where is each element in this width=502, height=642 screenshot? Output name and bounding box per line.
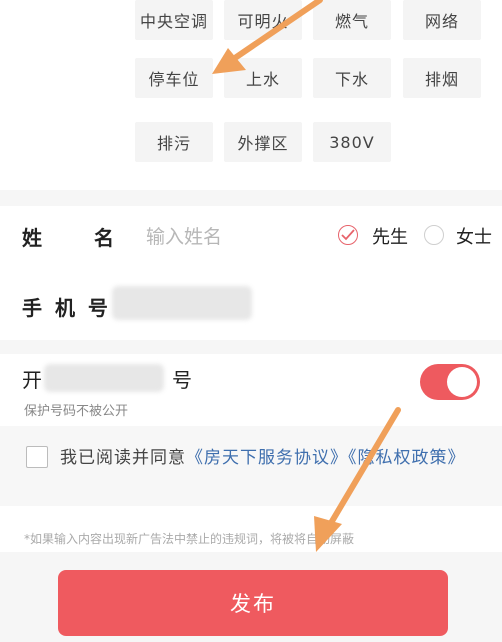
tag-water-supply[interactable]: 上水 (224, 58, 302, 98)
name-input[interactable]: 输入姓名 (146, 222, 222, 249)
privacy-policy-link[interactable]: 《隐私权政策》 (348, 448, 466, 468)
phone-row: 手 机 号 (0, 266, 502, 340)
check-icon (341, 229, 355, 241)
gender-ms-label: 女士 (456, 227, 492, 248)
tag-outdoor-area[interactable]: 外撑区 (224, 122, 302, 162)
tag-parking[interactable]: 停车位 (135, 58, 213, 98)
privacy-subtitle: 保护号码不被公开 (24, 404, 129, 419)
name-label: 姓 名 (22, 226, 118, 250)
agreement-text: 我已阅读并同意《房天下服务协议》《隐私权政策》 (60, 446, 480, 471)
radio-ms[interactable] (424, 225, 444, 245)
facility-tags: 中央空调 可明火 燃气 网络 停车位 上水 下水 排烟 排污 外撑区 380V (0, 0, 502, 190)
privacy-title-blurred (44, 364, 164, 392)
privacy-title-end: 号 (172, 368, 192, 392)
phone-label: 手 机 号 (22, 296, 111, 320)
radio-mr[interactable] (338, 225, 358, 245)
tag-380v[interactable]: 380V (313, 122, 391, 162)
toggle-knob (447, 367, 477, 397)
agreement-prefix: 我已阅读并同意 (60, 448, 186, 468)
tag-open-fire[interactable]: 可明火 (224, 0, 302, 40)
tag-sewage[interactable]: 排污 (135, 122, 213, 162)
tag-central-ac[interactable]: 中央空调 (135, 0, 213, 40)
tag-smoke-exhaust[interactable]: 排烟 (403, 58, 481, 98)
agreement-checkbox[interactable] (26, 446, 48, 468)
tag-gas[interactable]: 燃气 (313, 0, 391, 40)
section-gap (0, 190, 502, 206)
publish-button[interactable]: 发布 (58, 570, 448, 636)
notice-text: *如果输入内容出现新广告法中禁止的违规词，将被将自动屏蔽 (24, 532, 355, 546)
name-row: 姓 名 输入姓名 先生 女士 (0, 206, 502, 267)
phone-input[interactable] (112, 286, 252, 320)
service-agreement-link[interactable]: 《房天下服务协议》 (186, 448, 348, 468)
tag-drainage[interactable]: 下水 (313, 58, 391, 98)
tag-network[interactable]: 网络 (403, 0, 481, 40)
section-gap (0, 340, 502, 354)
privacy-title-start: 开 (22, 368, 42, 392)
gender-mr-label: 先生 (372, 227, 408, 248)
privacy-toggle[interactable] (420, 364, 480, 400)
